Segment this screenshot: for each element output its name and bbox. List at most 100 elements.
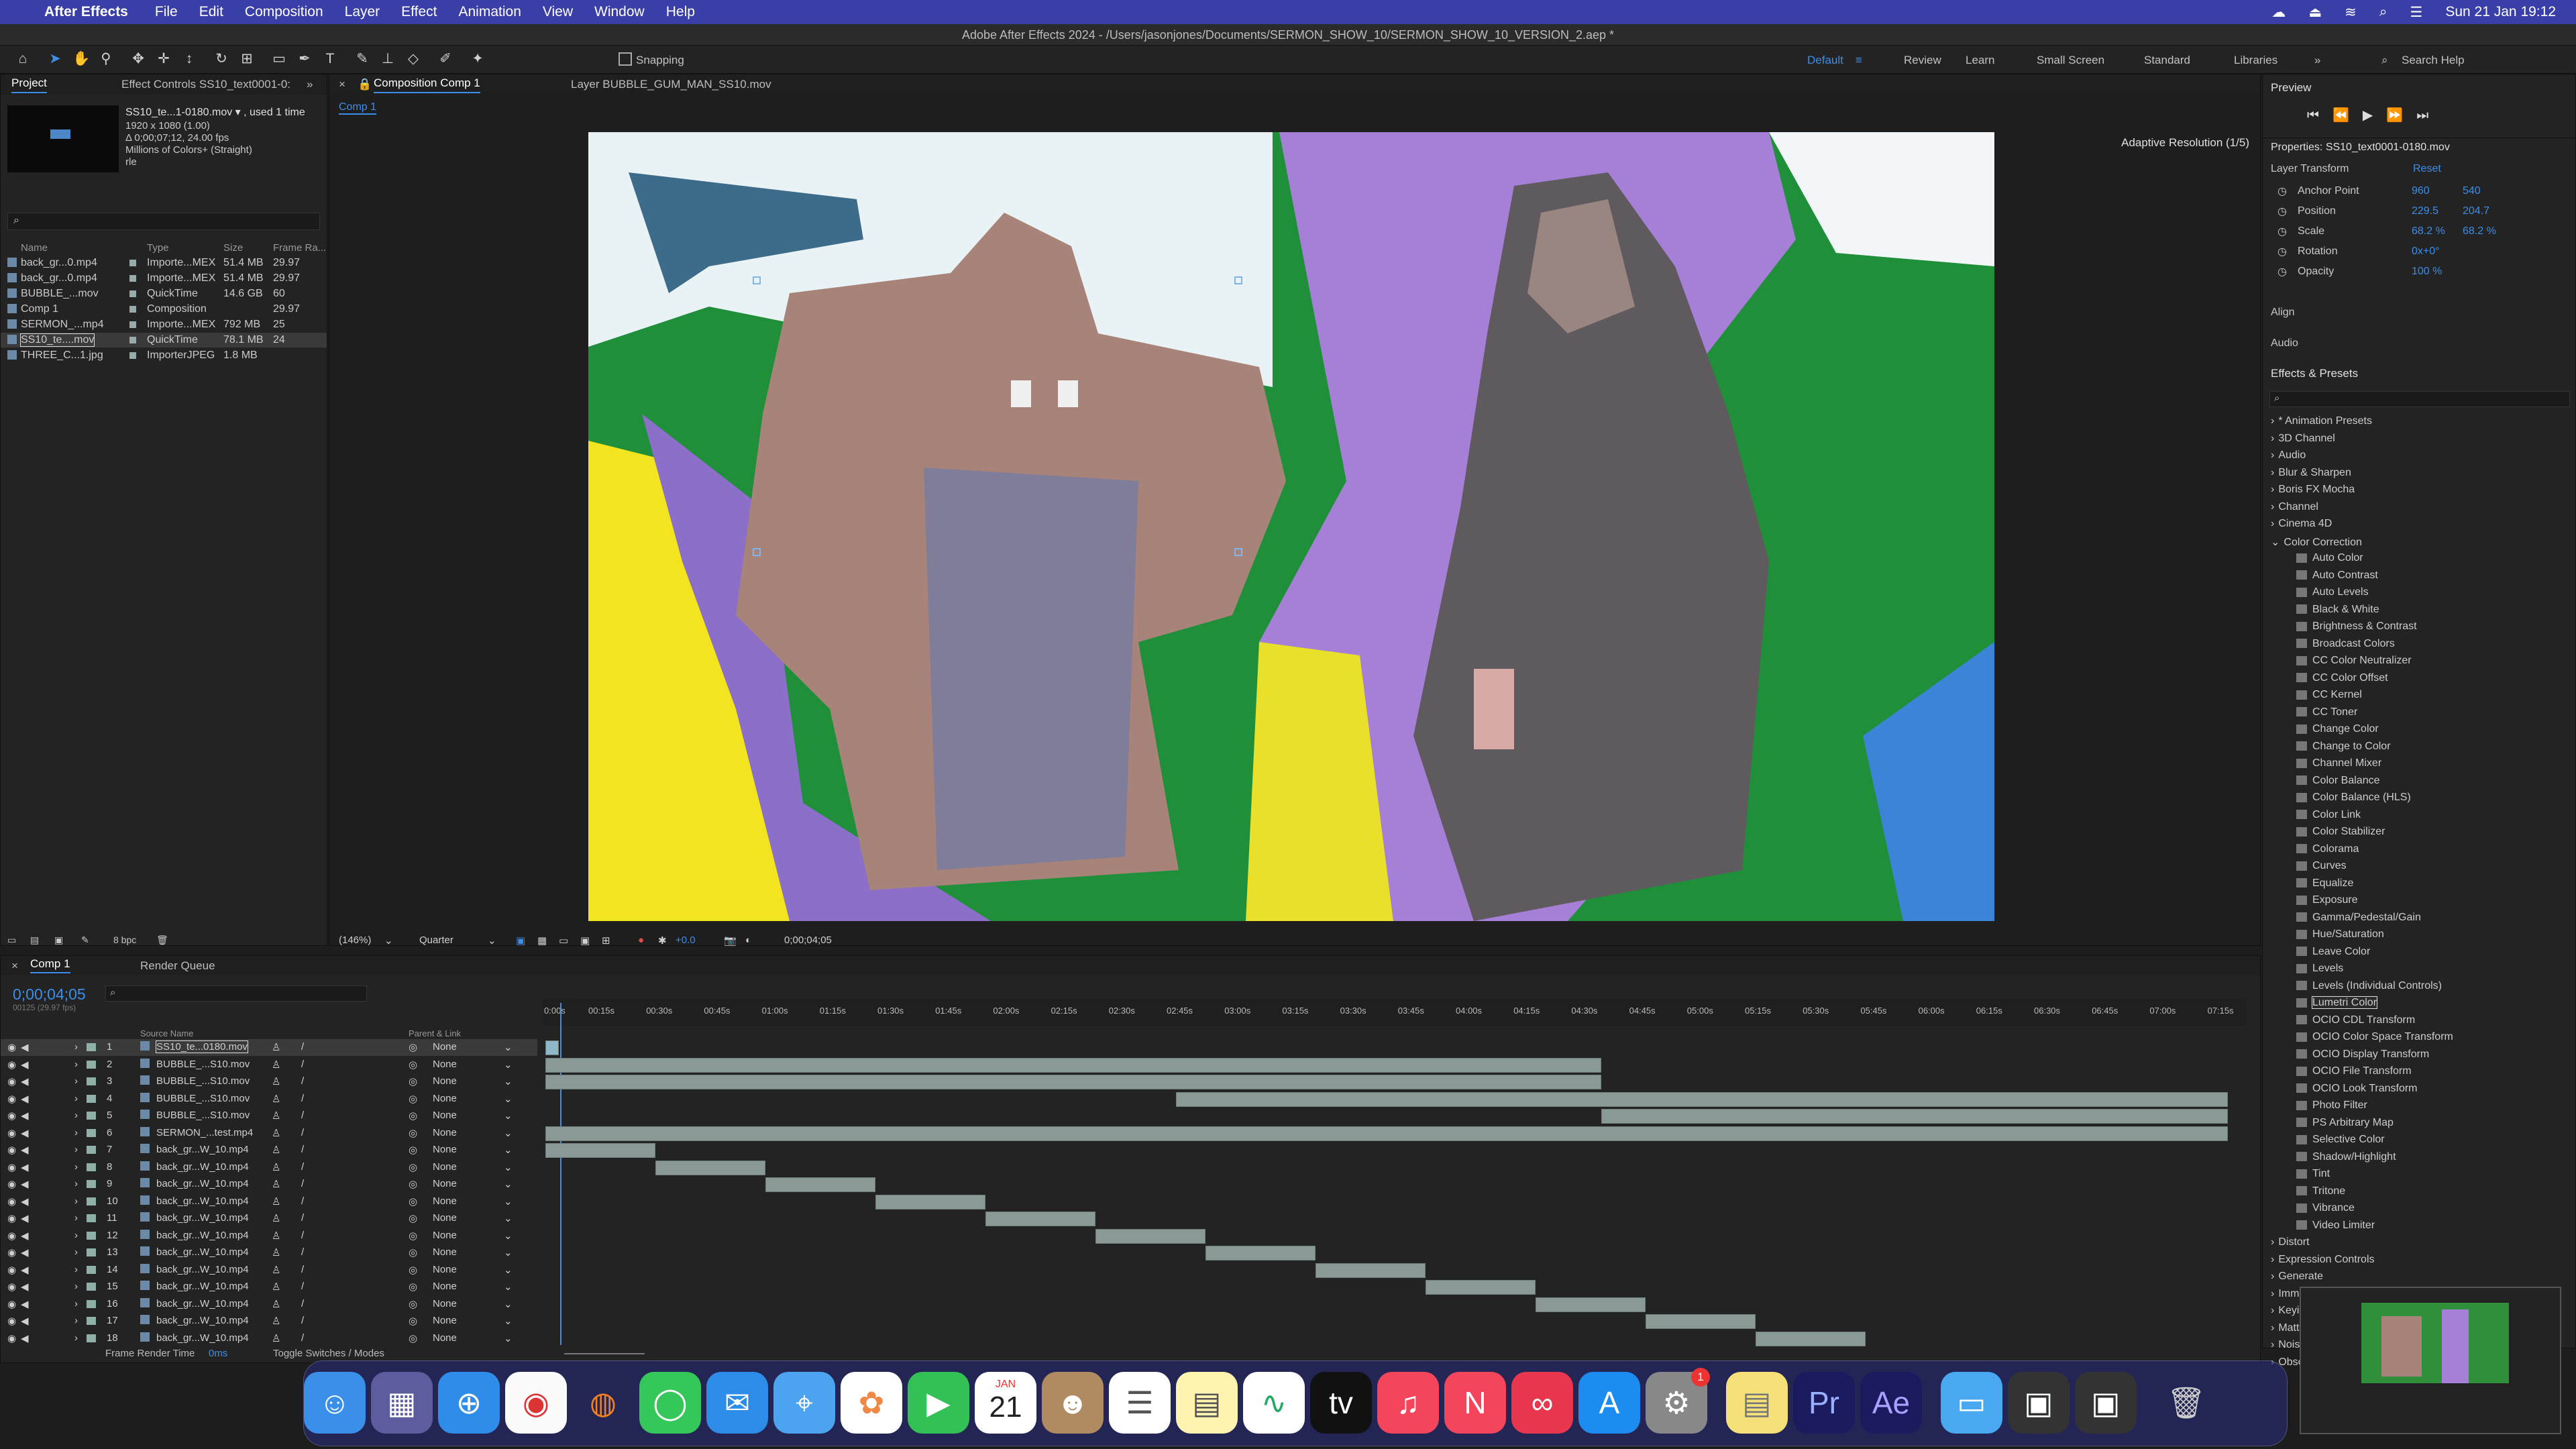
stopwatch-icon[interactable]: ◷ bbox=[2277, 265, 2287, 278]
chevron-down-icon[interactable]: ⌄ bbox=[504, 1298, 513, 1310]
shy-switch-icon[interactable]: ♙ bbox=[272, 1195, 280, 1208]
effect-item[interactable]: Auto Color bbox=[2296, 552, 2363, 564]
layer-duration-bar[interactable] bbox=[545, 1126, 2228, 1141]
pickwhip-icon[interactable]: ◎ bbox=[409, 1332, 417, 1344]
property-value-1[interactable]: 100 % bbox=[2412, 266, 2442, 278]
quality-switch-icon[interactable]: / bbox=[301, 1110, 304, 1121]
photos-icon[interactable]: ✿ bbox=[841, 1372, 902, 1434]
property-value-1[interactable]: 229.5 bbox=[2412, 205, 2438, 217]
pickwhip-icon[interactable]: ◎ bbox=[409, 1093, 417, 1105]
play-icon[interactable]: ▶ bbox=[2363, 108, 2386, 123]
project-item[interactable]: SERMON_...mp4 Importe...MEX 792 MB 25 bbox=[1, 317, 327, 332]
shy-switch-icon[interactable]: ♙ bbox=[272, 1264, 280, 1276]
workspace-libraries[interactable]: Libraries bbox=[2234, 54, 2277, 67]
visibility-eye-icon[interactable]: ◉ bbox=[7, 1332, 16, 1344]
project-item[interactable]: back_gr...0.mp4 Importe...MEX 51.4 MB 29.97 bbox=[1, 271, 327, 286]
anchor-handle[interactable] bbox=[753, 276, 761, 284]
finder-icon[interactable]: ☺ bbox=[304, 1372, 366, 1434]
parent-dropdown[interactable]: None bbox=[433, 1230, 457, 1241]
project-item[interactable]: THREE_C...1.jpg ImporterJPEG 1.8 MB bbox=[1, 348, 327, 363]
timeline-timecode[interactable]: 0;00;04;05 bbox=[13, 985, 86, 1004]
zoom-slider[interactable] bbox=[564, 1353, 645, 1354]
quality-switch-icon[interactable]: / bbox=[301, 1093, 304, 1104]
effect-item[interactable]: CC Toner bbox=[2296, 706, 2357, 718]
label-color[interactable] bbox=[87, 1094, 96, 1103]
facetime-icon[interactable]: ▶ bbox=[908, 1372, 969, 1434]
col-frame-rate[interactable]: Frame Ra... bbox=[273, 242, 326, 254]
quality-switch-icon[interactable]: / bbox=[301, 1178, 304, 1189]
effect-item[interactable]: Gamma/Pedestal/Gain bbox=[2296, 912, 2421, 924]
effect-category[interactable]: › Blur & Sharpen bbox=[2271, 467, 2351, 479]
parent-dropdown[interactable]: None bbox=[433, 1195, 457, 1207]
label-swatch[interactable] bbox=[129, 275, 136, 282]
tab-render-queue[interactable]: Render Queue bbox=[140, 956, 215, 976]
layer-source-name[interactable]: back_gr...W_10.mp4 bbox=[156, 1212, 249, 1224]
effect-category[interactable]: › Matt bbox=[2271, 1322, 2299, 1334]
parent-dropdown[interactable]: None bbox=[433, 1144, 457, 1155]
expand-chevron-icon[interactable]: › bbox=[74, 1281, 78, 1292]
property-value-2[interactable]: 204.7 bbox=[2463, 205, 2489, 217]
property-value-1[interactable]: 68.2 % bbox=[2412, 225, 2445, 237]
audio-section[interactable]: Audio bbox=[2271, 337, 2298, 350]
effect-item[interactable]: Photo Filter bbox=[2296, 1099, 2367, 1112]
audio-icon[interactable]: ◀ bbox=[21, 1246, 29, 1258]
effect-category[interactable]: › Boris FX Mocha bbox=[2271, 484, 2355, 496]
layer-source-name[interactable]: back_gr...W_10.mp4 bbox=[156, 1230, 249, 1241]
layer-duration-bar[interactable] bbox=[1316, 1263, 1426, 1278]
pen-icon[interactable]: ✎ bbox=[81, 934, 89, 946]
layer-row[interactable]: ◉ ◀ › 18 back_gr...W_10.mp4 ♙ / ◎ None ⌄ bbox=[1, 1330, 537, 1347]
layer-source-name[interactable]: back_gr...W_10.mp4 bbox=[156, 1144, 249, 1155]
pickwhip-icon[interactable]: ◎ bbox=[409, 1230, 417, 1242]
chevron-down-icon[interactable]: ⌄ bbox=[504, 1110, 513, 1122]
close-icon[interactable]: × bbox=[11, 956, 18, 976]
quality-switch-icon[interactable]: / bbox=[301, 1127, 304, 1138]
menu-edit[interactable]: Edit bbox=[199, 4, 223, 20]
effect-item[interactable]: OCIO Display Transform bbox=[2296, 1049, 2429, 1061]
rotate-tool-icon[interactable]: ↻ bbox=[213, 51, 229, 67]
parent-dropdown[interactable]: None bbox=[433, 1298, 457, 1309]
creative-cloud-icon[interactable]: ∞ bbox=[1511, 1372, 1573, 1434]
clone-stamp-tool-icon[interactable]: ⊥ bbox=[380, 51, 396, 67]
effect-item[interactable]: Color Balance bbox=[2296, 775, 2380, 787]
effect-item[interactable]: CC Color Offset bbox=[2296, 672, 2388, 684]
quality-switch-icon[interactable]: / bbox=[301, 1298, 304, 1309]
chevron-down-icon[interactable]: ⌄ bbox=[504, 1059, 513, 1071]
minimized-window-icon[interactable]: ▣ bbox=[2075, 1372, 2137, 1434]
effect-item[interactable]: Auto Levels bbox=[2296, 586, 2369, 598]
parent-dropdown[interactable]: None bbox=[433, 1127, 457, 1138]
stopwatch-icon[interactable]: ◷ bbox=[2277, 184, 2287, 198]
audio-icon[interactable]: ◀ bbox=[21, 1041, 29, 1053]
quality-switch-icon[interactable]: / bbox=[301, 1041, 304, 1053]
creative-cloud-icon[interactable]: ☁ bbox=[2271, 4, 2286, 21]
layer-duration-bar[interactable] bbox=[765, 1177, 875, 1192]
orbit-tool-icon[interactable]: ✥ bbox=[130, 51, 146, 67]
layer-source-name[interactable]: back_gr...W_10.mp4 bbox=[156, 1195, 249, 1207]
layer-duration-bar[interactable] bbox=[1601, 1109, 2228, 1124]
safari-icon[interactable]: ⊕ bbox=[438, 1372, 500, 1434]
effect-item[interactable]: OCIO Look Transform bbox=[2296, 1083, 2418, 1095]
property-value-2[interactable]: 540 bbox=[2463, 185, 2481, 197]
layer-row[interactable]: ◉ ◀ › 13 back_gr...W_10.mp4 ♙ / ◎ None ⌄ bbox=[1, 1244, 537, 1261]
parent-dropdown[interactable]: None bbox=[433, 1212, 457, 1224]
project-item[interactable]: BUBBLE_...mov QuickTime 14.6 GB 60 bbox=[1, 286, 327, 301]
stopwatch-icon[interactable]: ◷ bbox=[2277, 225, 2287, 238]
audio-icon[interactable]: ◀ bbox=[21, 1230, 29, 1242]
search-help-field[interactable]: Search Help bbox=[2402, 54, 2465, 67]
visibility-eye-icon[interactable]: ◉ bbox=[7, 1075, 16, 1087]
quality-switch-icon[interactable]: / bbox=[301, 1281, 304, 1292]
after-effects-icon[interactable]: Ae bbox=[1860, 1372, 1922, 1434]
layer-row[interactable]: ◉ ◀ › 8 back_gr...W_10.mp4 ♙ / ◎ None ⌄ bbox=[1, 1159, 537, 1176]
playhead[interactable] bbox=[560, 1003, 561, 1345]
effect-item[interactable]: OCIO File Transform bbox=[2296, 1065, 2412, 1077]
pickwhip-icon[interactable]: ◎ bbox=[409, 1110, 417, 1122]
launchpad-icon[interactable]: ▦ bbox=[371, 1372, 433, 1434]
search-icon[interactable]: ⌕ bbox=[2379, 4, 2387, 20]
transparency-grid-icon[interactable]: ▦ bbox=[537, 934, 547, 947]
toggle-switches-button[interactable]: Toggle Switches / Modes bbox=[273, 1348, 384, 1359]
freeform-icon[interactable]: ∿ bbox=[1243, 1372, 1305, 1434]
control-center-icon[interactable]: ☰ bbox=[2410, 4, 2423, 21]
label-color[interactable] bbox=[87, 1077, 96, 1085]
shy-switch-icon[interactable]: ♙ bbox=[272, 1246, 280, 1258]
layer-duration-bar[interactable] bbox=[1426, 1280, 1536, 1295]
parent-dropdown[interactable]: None bbox=[433, 1178, 457, 1189]
